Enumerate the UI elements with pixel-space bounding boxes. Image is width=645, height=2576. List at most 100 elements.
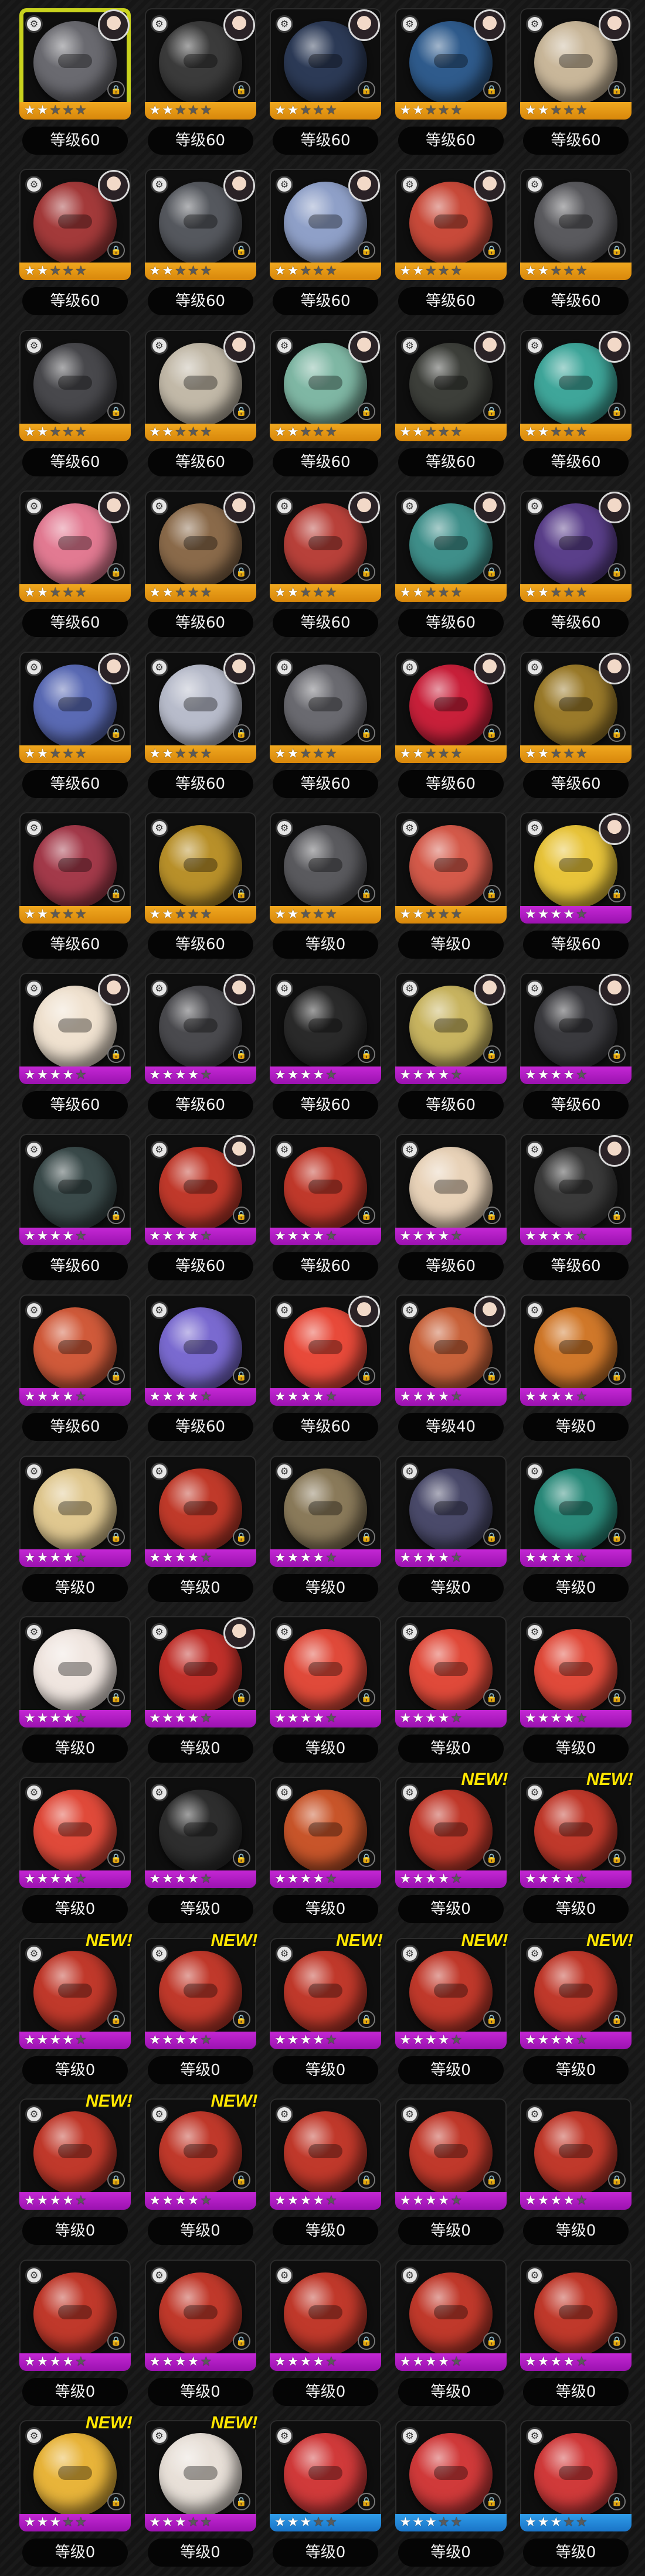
lock-icon[interactable]: 🔒 <box>232 724 250 742</box>
item-tile[interactable]: ⚙ 🔒 ★ ★ ★ ★ ★ <box>270 651 381 763</box>
item-card[interactable]: ⚙ 🔒 ★ ★ ★ ★ ★ 等级0 <box>391 2255 511 2415</box>
lock-icon[interactable]: 🔒 <box>232 2010 250 2028</box>
item-card[interactable]: ⚙ 🔒 ★ ★ ★ ★ ★ 等级0 <box>266 1451 385 1611</box>
item-tile[interactable]: ⚙ 🔒 ★ ★ ★ ★ ★ <box>19 812 131 924</box>
item-card[interactable]: ⚙ 🔒 ★ ★ ★ ★ ★ 等级60 <box>516 647 636 807</box>
lock-icon[interactable]: 🔒 <box>608 563 626 581</box>
item-card[interactable]: ⚙ 🔒 ★ ★ ★ ★ ★ 等级0 <box>516 2415 636 2576</box>
lock-icon[interactable]: 🔒 <box>107 241 125 260</box>
item-tile[interactable]: ⚙ 🔒 ★ ★ ★ ★ ★ <box>395 169 507 281</box>
item-tile[interactable]: ⚙ 🔒 ★ ★ ★ ★ ★ <box>270 8 381 120</box>
lock-icon[interactable]: 🔒 <box>232 1528 250 1546</box>
item-tile[interactable]: ⚙ 🔒 ★ ★ ★ ★ ★ <box>144 1455 256 1567</box>
lock-icon[interactable]: 🔒 <box>608 2171 626 2189</box>
item-card[interactable]: ⚙ 🔒 ★ ★ ★ ★ ★ NEW! 等级0 <box>266 1931 385 2094</box>
item-tile[interactable]: ⚙ 🔒 ★ ★ ★ ★ ★ <box>144 329 256 441</box>
item-tile[interactable]: ⚙ 🔒 ★ ★ ★ ★ ★ <box>395 1937 507 2049</box>
item-tile[interactable]: ⚙ 🔒 ★ ★ ★ ★ ★ <box>520 1133 632 1245</box>
lock-icon[interactable]: 🔒 <box>483 241 501 260</box>
lock-icon[interactable]: 🔒 <box>483 885 501 902</box>
item-tile[interactable]: ⚙ 🔒 ★ ★ ★ ★ ★ <box>144 812 256 924</box>
item-card[interactable]: ⚙ 🔒 ★ ★ ★ ★ ★ 等级0 <box>391 1611 511 1772</box>
item-card[interactable]: ⚙ 🔒 ★ ★ ★ ★ ★ 等级60 <box>266 325 385 486</box>
item-tile[interactable]: ⚙ 🔒 ★ ★ ★ ★ ★ <box>270 2420 381 2531</box>
item-tile[interactable]: ⚙ 🔒 ★ ★ ★ ★ ★ <box>144 651 256 763</box>
item-card[interactable]: ⚙ 🔒 ★ ★ ★ ★ ★ 等级60 <box>391 968 511 1129</box>
item-card[interactable]: ⚙ 🔒 ★ ★ ★ ★ ★ 等级60 <box>15 1290 135 1450</box>
item-tile[interactable]: ⚙ 🔒 ★ ★ ★ ★ ★ <box>270 2098 381 2210</box>
item-card[interactable]: ⚙ 🔒 ★ ★ ★ ★ ★ 等级60 <box>391 164 511 325</box>
lock-icon[interactable]: 🔒 <box>483 1206 501 1224</box>
lock-icon[interactable]: 🔒 <box>608 1045 626 1064</box>
item-tile[interactable]: ⚙ 🔒 ★ ★ ★ ★ ★ <box>395 2420 507 2531</box>
lock-icon[interactable]: 🔒 <box>232 1849 250 1868</box>
lock-icon[interactable]: 🔒 <box>107 1689 125 1706</box>
item-card[interactable]: ⚙ 🔒 ★ ★ ★ ★ ★ NEW! 等级0 <box>15 2413 135 2576</box>
item-tile[interactable]: ⚙ 🔒 ★ ★ ★ ★ ★ <box>19 2098 131 2210</box>
item-tile[interactable]: ⚙ 🔒 ★ ★ ★ ★ ★ <box>395 1616 507 1727</box>
item-tile[interactable]: ⚙ 🔒 ★ ★ ★ ★ ★ <box>19 1455 131 1567</box>
item-card[interactable]: ⚙ 🔒 ★ ★ ★ ★ ★ 等级60 <box>391 647 511 807</box>
lock-icon[interactable]: 🔒 <box>608 2332 626 2350</box>
lock-icon[interactable]: 🔒 <box>107 563 125 581</box>
lock-icon[interactable]: 🔒 <box>232 402 250 420</box>
lock-icon[interactable]: 🔒 <box>107 2493 125 2510</box>
item-tile[interactable]: ⚙ 🔒 ★ ★ ★ ★ ★ <box>19 490 131 602</box>
lock-icon[interactable]: 🔒 <box>232 885 250 902</box>
item-tile[interactable]: ⚙ 🔒 ★ ★ ★ ★ ★ <box>395 490 507 602</box>
lock-icon[interactable]: 🔒 <box>483 1045 501 1064</box>
item-tile[interactable]: ⚙ 🔒 ★ ★ ★ ★ ★ <box>520 812 632 924</box>
item-card[interactable]: ⚙ 🔒 ★ ★ ★ ★ ★ 等级0 <box>516 1611 636 1772</box>
lock-icon[interactable]: 🔒 <box>107 2010 125 2028</box>
item-tile[interactable]: ⚙ 🔒 ★ ★ ★ ★ ★ <box>144 1777 256 1889</box>
item-card[interactable]: ⚙ 🔒 ★ ★ ★ ★ ★ 等级0 <box>266 2255 385 2415</box>
item-tile[interactable]: ⚙ 🔒 ★ ★ ★ ★ ★ <box>270 1294 381 1406</box>
item-tile[interactable]: ⚙ 🔒 ★ ★ ★ ★ ★ <box>270 1133 381 1245</box>
lock-icon[interactable]: 🔒 <box>608 2493 626 2510</box>
item-card[interactable]: ⚙ 🔒 ★ ★ ★ ★ ★ 等级0 <box>516 2094 636 2254</box>
item-tile[interactable]: ⚙ 🔒 ★ ★ ★ ★ ★ <box>19 973 131 1085</box>
lock-icon[interactable]: 🔒 <box>358 2171 375 2189</box>
item-card[interactable]: ⚙ 🔒 ★ ★ ★ ★ ★ 等级60 <box>15 486 135 646</box>
lock-icon[interactable]: 🔒 <box>483 2171 501 2189</box>
item-tile[interactable]: ⚙ 🔒 ★ ★ ★ ★ ★ <box>19 1294 131 1406</box>
lock-icon[interactable]: 🔒 <box>608 2010 626 2028</box>
item-tile[interactable]: ⚙ 🔒 ★ ★ ★ ★ ★ <box>19 1616 131 1727</box>
item-tile[interactable]: ⚙ 🔒 ★ ★ ★ ★ ★ <box>520 490 632 602</box>
item-tile[interactable]: ⚙ 🔒 ★ ★ ★ ★ ★ <box>395 1133 507 1245</box>
item-tile[interactable]: ⚙ 🔒 ★ ★ ★ ★ ★ <box>520 2098 632 2210</box>
item-card[interactable]: ⚙ 🔒 ★ ★ ★ ★ ★ 等级60 <box>141 325 260 486</box>
item-card[interactable]: ⚙ 🔒 ★ ★ ★ ★ ★ 等级0 <box>15 1451 135 1611</box>
item-card[interactable]: ⚙ 🔒 ★ ★ ★ ★ ★ 等级0 <box>266 2094 385 2254</box>
item-tile[interactable]: ⚙ 🔒 ★ ★ ★ ★ ★ <box>270 1937 381 2049</box>
lock-icon[interactable]: 🔒 <box>107 81 125 98</box>
lock-icon[interactable]: 🔒 <box>483 402 501 420</box>
item-card[interactable]: ⚙ 🔒 ★ ★ ★ ★ ★ 等级0 <box>516 1451 636 1611</box>
item-card[interactable]: ⚙ 🔒 ★ ★ ★ ★ ★ 等级60 <box>391 325 511 486</box>
lock-icon[interactable]: 🔒 <box>608 241 626 260</box>
item-tile[interactable]: ⚙ 🔒 ★ ★ ★ ★ ★ <box>19 8 131 120</box>
item-card[interactable]: ⚙ 🔒 ★ ★ ★ ★ ★ NEW! 等级0 <box>141 2091 260 2254</box>
lock-icon[interactable]: 🔒 <box>358 724 375 742</box>
lock-icon[interactable]: 🔒 <box>358 1849 375 1868</box>
lock-icon[interactable]: 🔒 <box>232 1045 250 1064</box>
item-tile[interactable]: ⚙ 🔒 ★ ★ ★ ★ ★ <box>520 1455 632 1567</box>
item-card[interactable]: ⚙ 🔒 ★ ★ ★ ★ ★ 等级60 <box>141 968 260 1129</box>
lock-icon[interactable]: 🔒 <box>483 1689 501 1706</box>
item-tile[interactable]: ⚙ 🔒 ★ ★ ★ ★ ★ <box>395 973 507 1085</box>
item-tile[interactable]: ⚙ 🔒 ★ ★ ★ ★ ★ <box>19 2259 131 2371</box>
item-tile[interactable]: ⚙ 🔒 ★ ★ ★ ★ ★ <box>520 1616 632 1727</box>
lock-icon[interactable]: 🔒 <box>107 1367 125 1385</box>
lock-icon[interactable]: 🔒 <box>483 81 501 98</box>
lock-icon[interactable]: 🔒 <box>107 2332 125 2350</box>
item-tile[interactable]: ⚙ 🔒 ★ ★ ★ ★ ★ <box>395 1777 507 1889</box>
item-card[interactable]: ⚙ 🔒 ★ ★ ★ ★ ★ 等级60 <box>266 1129 385 1290</box>
item-card[interactable]: ⚙ 🔒 ★ ★ ★ ★ ★ NEW! 等级0 <box>15 2091 135 2254</box>
lock-icon[interactable]: 🔒 <box>107 2171 125 2189</box>
lock-icon[interactable]: 🔒 <box>232 2171 250 2189</box>
item-card[interactable]: ⚙ 🔒 ★ ★ ★ ★ ★ 等级60 <box>516 164 636 325</box>
item-card[interactable]: ⚙ 🔒 ★ ★ ★ ★ ★ 等级0 <box>141 1611 260 1772</box>
item-card[interactable]: ⚙ 🔒 ★ ★ ★ ★ ★ 等级0 <box>141 1451 260 1611</box>
lock-icon[interactable]: 🔒 <box>483 724 501 742</box>
item-tile[interactable]: ⚙ 🔒 ★ ★ ★ ★ ★ <box>395 812 507 924</box>
